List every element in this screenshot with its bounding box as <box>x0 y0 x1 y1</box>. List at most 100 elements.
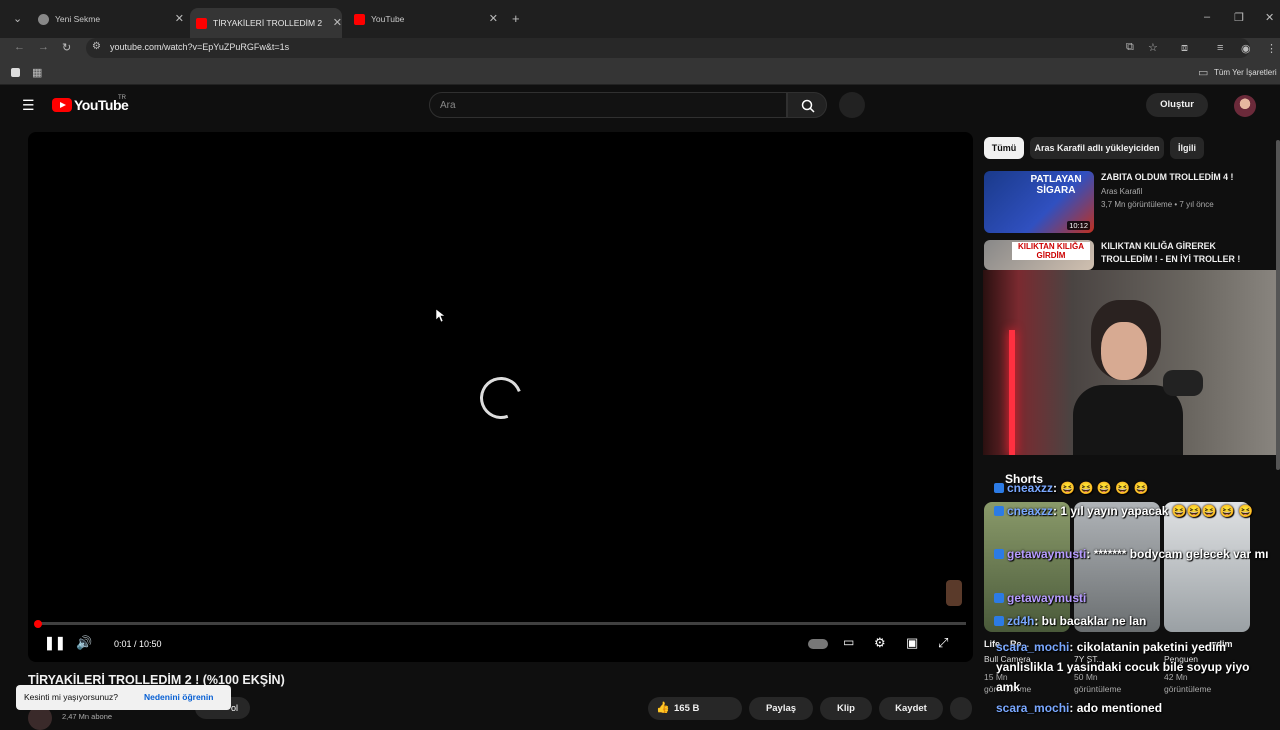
streamer-webcam <box>983 270 1280 455</box>
new-tab-icon[interactable]: + <box>512 11 520 26</box>
video-player[interactable]: ❚❚ 🔊 0:01 / 10:50 ▭ ⚙ ▣ ⤢ <box>28 132 973 662</box>
tab-youtube[interactable]: YouTube ✕ <box>348 8 498 30</box>
related-thumbnail[interactable]: KILIKTAN KILIĞA GİRDİM <box>984 240 1094 270</box>
close-window-icon[interactable]: ✕ <box>1265 11 1274 24</box>
chat-text: : 1 yıl yayın yapacak 😆😆😆 😆 😆 <box>1053 504 1254 518</box>
youtube-icon <box>354 13 365 25</box>
chat-username: getawaymusti <box>1007 547 1087 561</box>
save-button[interactable]: Kaydet <box>879 697 943 720</box>
chrome-icon <box>38 13 49 25</box>
close-tab-icon[interactable]: ✕ <box>175 12 184 25</box>
chat-message: cneaxzz: 😆 😆 😆 😆 😆 <box>994 481 1148 495</box>
bookmark-star-icon[interactable]: ☆ <box>1148 41 1158 54</box>
reload-icon[interactable]: ↻ <box>62 41 71 54</box>
subtitles-icon[interactable]: ▭ <box>843 635 854 649</box>
folder-icon: ▭ <box>1198 67 1209 79</box>
app-square-icon[interactable] <box>11 68 20 77</box>
avatar[interactable] <box>1234 95 1256 117</box>
chip-from-uploader[interactable]: Aras Karafil adlı yükleyiciden <box>1030 137 1164 159</box>
learn-why-link[interactable]: Nedenini öğrenin <box>144 692 213 702</box>
more-actions-button[interactable] <box>950 697 972 720</box>
chat-badge-icon <box>994 616 1004 626</box>
install-icon[interactable]: ⧉ <box>1126 41 1134 54</box>
progress-bar[interactable] <box>36 622 966 625</box>
short-thumbnail[interactable] <box>1074 502 1160 632</box>
thumbnail-text: PATLAYAN SİGARA <box>1030 174 1082 196</box>
chat-badge-icon <box>994 549 1004 559</box>
search-placeholder: Ara <box>440 100 456 111</box>
hamburger-menu-icon[interactable]: ☰ <box>22 97 35 114</box>
region-code: TR <box>118 95 126 101</box>
youtube-icon <box>196 17 207 29</box>
voice-search-button[interactable] <box>839 92 865 118</box>
related-title[interactable]: KILIKTAN KILIĞA GİREREK TROLLEDİM ! - EN… <box>1101 240 1251 266</box>
settings-gear-icon[interactable]: ⚙ <box>874 635 886 651</box>
chat-username: scara_mochi <box>996 701 1070 715</box>
fullscreen-icon[interactable]: ⤢ <box>938 635 948 651</box>
chat-text: : ******* bodycam gelecek var mı <box>1086 547 1269 561</box>
like-button[interactable]: 👍 165 B <box>648 697 742 720</box>
site-settings-icon[interactable]: ⚙ <box>92 41 101 52</box>
chat-message: getawaymusti: ******* bodycam gelecek va… <box>994 547 1268 561</box>
volume-icon[interactable]: 🔊 <box>76 635 92 651</box>
profile-icon[interactable]: ◉ <box>1241 42 1251 55</box>
progress-scrubber[interactable] <box>34 620 42 628</box>
tab-label: Yeni Sekme <box>55 14 101 24</box>
address-bar-row: ← → ↻ ⚙ youtube.com/watch?v=EpYuZPuRGFw&… <box>0 38 1280 61</box>
bookmarks-bar: ▦ ▭ Tüm Yer İşaretleri <box>0 61 1280 85</box>
chat-username: getawaymusti <box>1007 591 1087 605</box>
tab-video[interactable]: TİRYAKİLERİ TROLLEDİM 2 ! (%1 ✕ <box>190 8 342 38</box>
tab-new-tab[interactable]: Yeni Sekme ✕ <box>32 8 184 30</box>
all-bookmarks-label[interactable]: Tüm Yer İşaretleri <box>1214 68 1277 77</box>
tab-search-icon[interactable]: ⌄ <box>13 12 22 25</box>
chat-message: scara_mochi: ado mentioned <box>996 701 1162 715</box>
search-input[interactable]: Ara <box>429 92 787 118</box>
chat-text: : bu bacaklar ne lan <box>1034 614 1147 628</box>
back-icon[interactable]: ← <box>14 41 25 53</box>
chip-related[interactable]: İlgili <box>1170 137 1204 159</box>
short-thumbnail[interactable] <box>984 502 1070 632</box>
menu-icon[interactable]: ⋮ <box>1266 42 1277 55</box>
media-icon[interactable]: ≡ <box>1217 42 1223 54</box>
chat-username: zd4h <box>1007 614 1035 628</box>
chat-text: : ado mentioned <box>1069 701 1163 715</box>
theater-mode-icon[interactable]: ▣ <box>906 635 918 651</box>
related-title[interactable]: ZABITA OLDUM TROLLEDİM 4 ! <box>1101 171 1271 184</box>
channel-watermark[interactable] <box>946 580 962 606</box>
chip-all[interactable]: Tümü <box>984 137 1024 159</box>
chat-message: cneaxzz: 1 yıl yayın yapacak 😆😆😆 😆 😆 <box>994 504 1253 518</box>
url-field[interactable]: ⚙ youtube.com/watch?v=EpYuZPuRGFw&t=1s ⧉… <box>86 38 1250 58</box>
related-thumbnail[interactable]: PATLAYAN SİGARA 10:12 <box>984 171 1094 233</box>
apps-grid-icon[interactable]: ▦ <box>32 66 42 79</box>
webcam-light <box>1009 330 1015 455</box>
pause-icon[interactable]: ❚❚ <box>44 635 66 651</box>
related-channel[interactable]: Aras Karafil <box>1101 187 1142 196</box>
chat-message: zd4h: bu bacaklar ne lan <box>994 614 1146 628</box>
chat-message: scara_mochi: cikolatanin paketini yedim … <box>996 637 1276 697</box>
mouse-cursor <box>436 309 446 323</box>
create-button[interactable]: Oluştur <box>1146 93 1208 117</box>
chat-badge-icon <box>994 483 1004 493</box>
chat-text: : 😆 😆 😆 😆 😆 <box>1053 481 1149 495</box>
chat-badge-icon <box>994 593 1004 603</box>
thumbs-up-icon: 👍 <box>656 702 670 714</box>
sidebar-scrollbar[interactable] <box>1276 140 1280 470</box>
loading-spinner <box>473 370 529 426</box>
url-text: youtube.com/watch?v=EpYuZPuRGFw&t=1s <box>110 42 290 52</box>
extensions-icon[interactable]: ⧈ <box>1181 42 1188 55</box>
related-meta: 3,7 Mn görüntüleme • 7 yıl önce <box>1101 200 1214 209</box>
search-button[interactable] <box>787 92 827 118</box>
browser-tabbar: ⌄ Yeni Sekme ✕ TİRYAKİLERİ TROLLEDİM 2 !… <box>0 0 1280 38</box>
close-tab-icon[interactable]: ✕ <box>333 16 342 29</box>
minimize-icon[interactable]: – <box>1204 11 1210 23</box>
clip-button[interactable]: Klip <box>820 697 872 720</box>
forward-icon[interactable]: → <box>38 41 49 53</box>
chat-username: cneaxzz <box>1007 481 1054 495</box>
search-icon <box>801 99 815 113</box>
share-button[interactable]: Paylaş <box>749 697 813 720</box>
short-thumbnail[interactable] <box>1164 502 1250 632</box>
youtube-logo-icon[interactable] <box>52 98 72 112</box>
maximize-icon[interactable]: ❐ <box>1234 11 1244 24</box>
autoplay-toggle[interactable] <box>808 639 828 649</box>
close-tab-icon[interactable]: ✕ <box>489 12 498 25</box>
